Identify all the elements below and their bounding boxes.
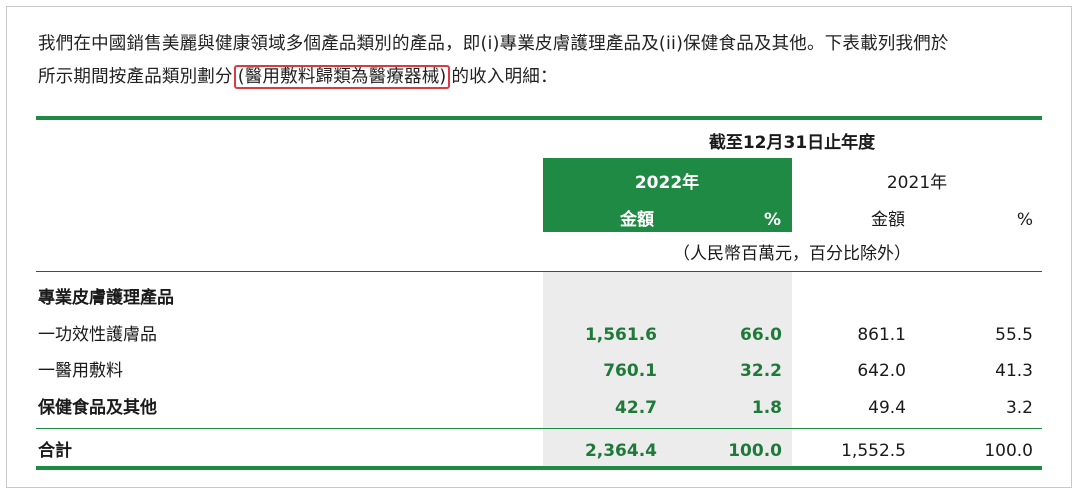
year-2022-header: 2022年 bbox=[634, 173, 700, 193]
row-label: 一功效性護膚品 bbox=[38, 325, 157, 345]
intro-line-2-after: 的收入明細： bbox=[451, 67, 558, 87]
intro-line-1: 我們在中國銷售美麗與健康領域多個產品類別的產品，即(i)專業皮膚護理產品及(ii… bbox=[38, 34, 949, 54]
row-percent-2022: 32.2 bbox=[740, 361, 782, 381]
amount-header-2021: 金額 bbox=[871, 210, 905, 230]
current-year-header-band bbox=[543, 158, 792, 232]
row-amount-2021: 861.1 bbox=[857, 325, 906, 345]
header-divider bbox=[36, 271, 1042, 272]
row-amount-2021: 49.4 bbox=[868, 398, 906, 418]
row-percent-2021: 41.3 bbox=[995, 361, 1033, 381]
row-amount-2022: 42.7 bbox=[615, 398, 657, 418]
total-percent-2021: 100.0 bbox=[984, 441, 1033, 461]
percent-header-2022: % bbox=[763, 210, 781, 230]
total-percent-2022: 100.0 bbox=[728, 441, 782, 461]
row-percent-2021: 55.5 bbox=[995, 325, 1033, 345]
total-divider bbox=[36, 428, 1042, 429]
row-percent-2021: 3.2 bbox=[1005, 398, 1033, 418]
total-amount-2021: 1,552.5 bbox=[841, 441, 906, 461]
total-label: 合計 bbox=[38, 441, 72, 461]
row-amount-2022: 1,561.6 bbox=[584, 325, 657, 345]
intro-line-2-before: 所示期間按產品類別劃分 bbox=[38, 67, 233, 87]
row-amount-2022: 760.1 bbox=[603, 361, 657, 381]
intro-paragraph: 我們在中國銷售美麗與健康領域多個產品類別的產品，即(i)專業皮膚護理產品及(ii… bbox=[38, 28, 1048, 94]
row-percent-2022: 66.0 bbox=[740, 325, 782, 345]
row-label: 保健食品及其他 bbox=[38, 398, 157, 418]
amount-header-2022: 金額 bbox=[620, 210, 654, 230]
year-2021-header: 2021年 bbox=[886, 173, 948, 193]
table-bottom-rule bbox=[36, 466, 1042, 470]
total-amount-2022: 2,364.4 bbox=[584, 441, 657, 461]
table-top-rule bbox=[36, 116, 1042, 120]
intro-line-2: 所示期間按產品類別劃分 (醫用敷料歸類為醫療器械) 的收入明細： bbox=[38, 61, 1048, 94]
period-header: 截至12月31日止年度 bbox=[708, 133, 876, 153]
highlighted-phrase: (醫用敷料歸類為醫療器械) bbox=[233, 65, 451, 89]
row-label: 一醫用敷料 bbox=[38, 361, 123, 381]
section-label: 專業皮膚護理產品 bbox=[38, 288, 174, 308]
row-percent-2022: 1.8 bbox=[751, 398, 782, 418]
percent-header-2021: % bbox=[1016, 210, 1033, 230]
unit-note: （人民幣百萬元，百分比除外） bbox=[673, 244, 911, 264]
row-amount-2021: 642.0 bbox=[857, 361, 906, 381]
